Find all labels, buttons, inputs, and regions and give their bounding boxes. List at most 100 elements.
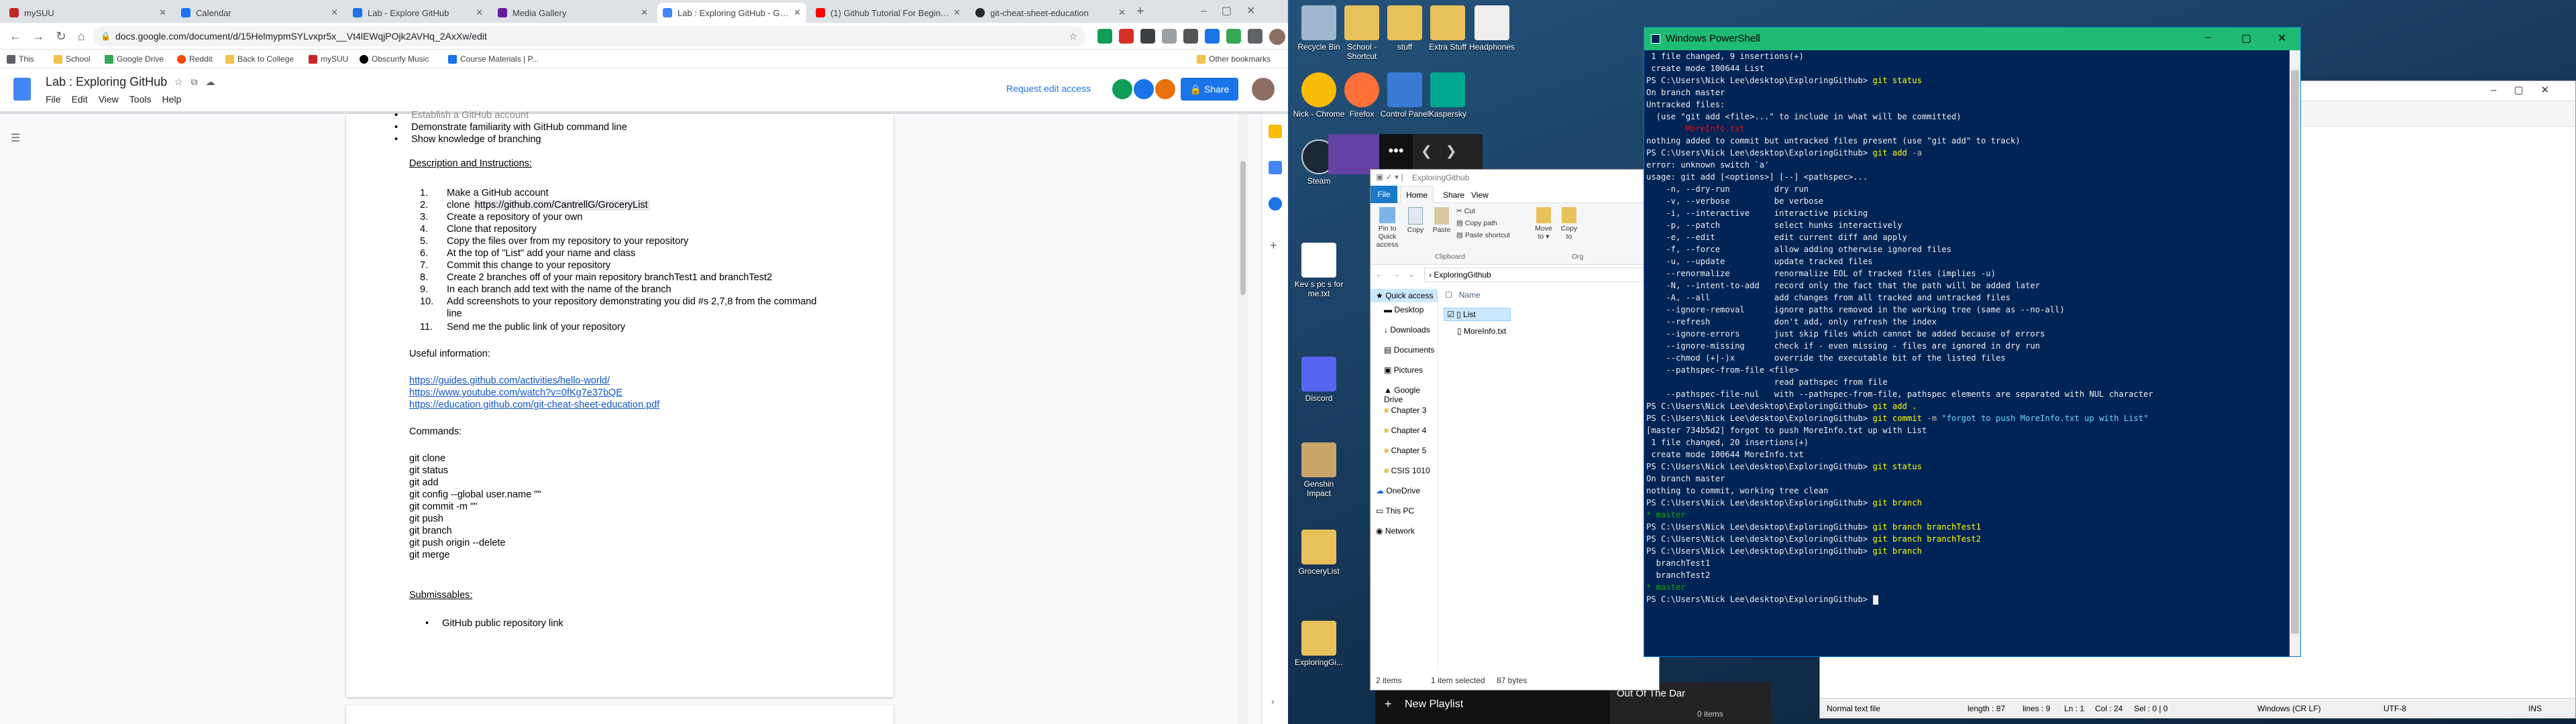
nav-csis1010[interactable]: ■ CSIS 1010: [1384, 466, 1430, 475]
copy-to-button[interactable]: Copy to: [1558, 207, 1580, 241]
nav-google-drive[interactable]: ▲ Google Drive: [1384, 385, 1438, 404]
paste-shortcut-button[interactable]: ▤ Paste shortcut: [1456, 231, 1510, 239]
menu-edit[interactable]: Edit: [72, 94, 88, 105]
quick-access-toolbar[interactable]: ▣ ✓ ▾ |: [1376, 172, 1403, 182]
reload-icon[interactable]: ↻: [52, 27, 70, 45]
desktop-icon-text-file[interactable]: Kev s pc s for me.txt: [1291, 243, 1347, 298]
file-row-moreinfo[interactable]: ▯ MoreInfo.txt: [1446, 325, 1517, 337]
desktop-icon-discord[interactable]: Discord: [1291, 357, 1347, 403]
tab-file[interactable]: File: [1371, 186, 1397, 203]
desktop-icon-headphones[interactable]: Headphones: [1464, 5, 1520, 52]
link[interactable]: https://www.youtube.com/watch?v=0fKg7e37…: [409, 387, 623, 398]
extension-icon[interactable]: [1119, 29, 1134, 44]
desktop-icon-kaspersky[interactable]: Kaspersky: [1419, 72, 1476, 119]
chevron-right-icon[interactable]: ›: [1271, 696, 1275, 707]
add-icon[interactable]: +: [1270, 239, 1277, 253]
menu-file[interactable]: File: [46, 94, 61, 105]
tab-media-gallery[interactable]: Media Gallery ✕: [492, 3, 653, 23]
media-nav[interactable]: ❮❯: [1413, 134, 1483, 169]
new-tab-button[interactable]: +: [1136, 4, 1144, 19]
nav-chapter3[interactable]: ■ Chapter 3: [1384, 406, 1426, 415]
docs-icon[interactable]: [13, 78, 31, 101]
copy-button[interactable]: Copy: [1404, 207, 1427, 234]
tab-lab-exploring-github[interactable]: Lab : Exploring GitHub - Google ✕: [657, 3, 806, 23]
close-icon[interactable]: ✕: [1118, 7, 1126, 18]
scrollbar-thumb[interactable]: [2291, 70, 2299, 634]
other-bookmarks[interactable]: Other bookmarks: [1197, 53, 1271, 65]
bookmark-item[interactable]: Obscurify Music: [360, 53, 429, 65]
avatar[interactable]: [1134, 79, 1154, 99]
link[interactable]: https://education.github.com/git-cheat-s…: [409, 400, 659, 410]
menu-tools[interactable]: Tools: [129, 94, 152, 105]
tab-share[interactable]: Share: [1443, 190, 1464, 200]
nav-quick-access[interactable]: ★ Quick access: [1371, 289, 1438, 302]
outline-icon[interactable]: ☰: [11, 131, 20, 145]
nav-documents[interactable]: ▤ Documents: [1384, 345, 1434, 355]
document-page[interactable]: • Establish a GitHub account • Demonstra…: [346, 110, 894, 697]
request-edit-button[interactable]: Request edit access: [1006, 83, 1091, 94]
pin-button[interactable]: Pin to Quick access: [1373, 207, 1401, 249]
url-bar[interactable]: 🔒 docs.google.com/document/d/15HelmypmSY…: [93, 26, 1085, 46]
tasks-icon[interactable]: [1269, 197, 1282, 210]
nav-pictures[interactable]: ▣ Pictures: [1384, 365, 1423, 375]
close-icon[interactable]: ✕: [159, 7, 166, 18]
doc-title[interactable]: Lab : Exploring GitHub: [46, 75, 167, 89]
back-icon[interactable]: ←: [7, 27, 24, 45]
extension-icon[interactable]: [1205, 29, 1220, 44]
title-actions[interactable]: ☆⧉☁: [174, 76, 223, 88]
avatar[interactable]: [1155, 79, 1175, 99]
profile-avatar[interactable]: [1269, 29, 1285, 45]
link[interactable]: https://guides.github.com/activities/hel…: [409, 375, 610, 386]
cut-button[interactable]: ✂ Cut: [1456, 207, 1475, 215]
menu-help[interactable]: Help: [162, 94, 181, 105]
close-icon[interactable]: ✕: [953, 7, 961, 18]
explorer-address[interactable]: › ExploringGithub: [1424, 267, 1652, 282]
menu-view[interactable]: View: [99, 94, 119, 105]
avatar[interactable]: [1112, 79, 1132, 99]
bookmark-item[interactable]: Reddit: [177, 53, 213, 65]
new-playlist[interactable]: New Playlist: [1405, 699, 1463, 711]
more-icon[interactable]: •••: [1379, 134, 1413, 174]
bookmark-item[interactable]: School: [54, 53, 91, 65]
close-icon[interactable]: ✕: [476, 7, 483, 18]
scrollbar-thumb[interactable]: [1240, 161, 1246, 295]
close-icon[interactable]: ✕: [331, 7, 338, 18]
add-icon[interactable]: +: [1385, 697, 1392, 711]
tab-calendar[interactable]: Calendar ✕: [176, 3, 343, 23]
tab-view[interactable]: View: [1471, 190, 1489, 200]
paste-button[interactable]: Paste: [1430, 207, 1454, 234]
nav-chapter5[interactable]: ■ Chapter 5: [1384, 446, 1426, 455]
share-button[interactable]: 🔒 Share: [1181, 78, 1238, 101]
window-controls[interactable]: –▢✕: [2491, 84, 2567, 96]
puzzle-icon[interactable]: [1248, 29, 1263, 44]
close-icon[interactable]: ✕: [794, 7, 801, 18]
desktop-icon-exploringgithub[interactable]: ExploringGi...: [1291, 621, 1347, 667]
nav-desktop[interactable]: ▬ Desktop: [1384, 305, 1424, 314]
extension-icon[interactable]: [1097, 29, 1112, 44]
clone-url[interactable]: https://github.com/CantrellG/GroceryList: [472, 200, 650, 210]
desktop-icon-grocerylist[interactable]: GroceryList: [1291, 530, 1347, 576]
column-header-name[interactable]: ☐ Name: [1445, 290, 1481, 300]
bookmark-item[interactable]: Course Materials | P...: [448, 53, 539, 65]
bookmark-item[interactable]: This: [7, 53, 34, 65]
calendar-icon[interactable]: [1269, 161, 1282, 174]
file-row-list[interactable]: ☑ ▯ List: [1444, 308, 1511, 321]
close-icon[interactable]: ✕: [641, 7, 648, 18]
tab-mysuu[interactable]: mySUU ✕: [4, 3, 172, 23]
extension-icon[interactable]: [1183, 29, 1198, 44]
window-controls[interactable]: –▢✕: [1201, 4, 1270, 17]
move-to-button[interactable]: Move to ▾: [1532, 207, 1556, 241]
star-icon[interactable]: ☆: [1069, 26, 1077, 46]
copy-path-button[interactable]: ▤ Copy path: [1456, 219, 1497, 227]
nav-network[interactable]: ◉ Network: [1376, 526, 1415, 536]
extension-icon[interactable]: [1226, 29, 1241, 44]
nav-downloads[interactable]: ↓ Downloads: [1384, 325, 1430, 335]
desktop-icon-genshin[interactable]: Genshin Impact: [1291, 442, 1347, 498]
nav-chapter4[interactable]: ■ Chapter 4: [1384, 426, 1426, 435]
forward-icon[interactable]: →: [30, 27, 47, 45]
tab-lab-explore[interactable]: Lab - Explore GitHub ✕: [347, 3, 488, 23]
scrollbar[interactable]: [1238, 114, 1248, 724]
tab-home[interactable]: Home: [1400, 186, 1434, 203]
bookmark-item[interactable]: Google Drive: [105, 53, 164, 65]
bookmark-item[interactable]: Back to College: [225, 53, 294, 65]
